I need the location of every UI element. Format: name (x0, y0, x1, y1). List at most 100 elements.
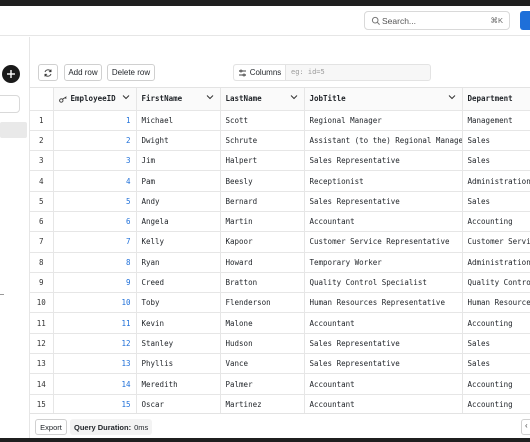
column-header-jobtitle[interactable]: JobTitle (304, 88, 463, 111)
lastname-cell[interactable]: Howard (220, 252, 305, 273)
employeeid-cell[interactable]: 3 (53, 150, 137, 172)
department-cell[interactable]: Management (462, 110, 530, 131)
row-number-cell[interactable]: 6 (30, 211, 54, 233)
firstname-cell[interactable]: Michael (136, 110, 221, 131)
row-number-cell[interactable]: 11 (30, 312, 54, 334)
firstname-cell[interactable]: Phyllis (136, 353, 221, 375)
firstname-cell[interactable]: Toby (136, 292, 221, 314)
previous-page-button[interactable]: ‹ (521, 419, 530, 435)
lastname-cell[interactable]: Martin (220, 211, 305, 233)
employeeid-cell[interactable]: 5 (53, 191, 137, 212)
employeeid-cell[interactable]: 6 (53, 211, 137, 233)
department-cell[interactable]: Sales (462, 191, 530, 212)
row-number-cell[interactable]: 1 (30, 110, 54, 131)
add-row-button[interactable]: Add row (64, 64, 102, 81)
row-number-cell[interactable]: 3 (30, 150, 54, 172)
chevron-down-icon[interactable] (290, 94, 298, 100)
table-row[interactable]: 7 7 Kelly Kapoor Customer Service Representa… (30, 231, 530, 253)
table-row[interactable]: 10 10 Toby Flenderson Human Resources Repres… (30, 292, 530, 314)
row-number-cell[interactable]: 12 (30, 333, 54, 355)
jobtitle-cell[interactable]: Accountant (304, 211, 463, 233)
column-header-firstname[interactable]: FirstName (136, 88, 221, 111)
sidebar-search-input[interactable] (0, 95, 20, 113)
jobtitle-cell[interactable]: Sales Representative (304, 353, 463, 375)
table-row[interactable]: 11 11 Kevin Malone Accountant Accounting (30, 312, 530, 334)
filter-input[interactable]: eg: id=5 (291, 68, 325, 76)
employeeid-cell[interactable]: 14 (53, 373, 137, 395)
table-row[interactable]: 12 12 Stanley Hudson Sales Representative Sal… (30, 333, 530, 355)
lastname-cell[interactable]: Malone (220, 312, 305, 334)
row-number-cell[interactable]: 15 (30, 394, 54, 413)
row-number-cell[interactable]: 9 (30, 272, 54, 294)
refresh-button[interactable] (38, 64, 58, 81)
chevron-down-icon[interactable] (448, 94, 456, 100)
table-row[interactable]: 2 2 Dwight Schrute Assistant (to the) Region… (30, 130, 530, 152)
lastname-cell[interactable]: Flenderson (220, 292, 305, 314)
firstname-cell[interactable]: Pam (136, 170, 221, 192)
table-row[interactable]: 6 6 Angela Martin Accountant Accounting (30, 211, 530, 233)
firstname-cell[interactable]: Meredith (136, 373, 221, 395)
department-cell[interactable]: Sales (462, 333, 530, 355)
row-number-cell[interactable]: 4 (30, 170, 54, 192)
row-number-cell[interactable]: 13 (30, 353, 54, 375)
header-primary-button[interactable] (520, 11, 530, 30)
jobtitle-cell[interactable]: Sales Representative (304, 191, 463, 212)
employeeid-cell[interactable]: 11 (53, 312, 137, 334)
department-cell[interactable]: Accounting (462, 211, 530, 233)
department-cell[interactable]: Quality Control (462, 272, 530, 294)
table-row[interactable]: 4 4 Pam Beesly Receptionist Administration (30, 170, 530, 192)
department-cell[interactable]: Accounting (462, 394, 530, 413)
lastname-cell[interactable]: Bratton (220, 272, 305, 294)
department-cell[interactable]: Accounting (462, 312, 530, 334)
department-cell[interactable]: Customer Service (462, 231, 530, 253)
row-number-cell[interactable]: 8 (30, 252, 54, 273)
jobtitle-cell[interactable]: Accountant (304, 394, 463, 413)
row-number-cell[interactable]: 7 (30, 231, 54, 253)
employeeid-cell[interactable]: 13 (53, 353, 137, 375)
jobtitle-cell[interactable]: Sales Representative (304, 333, 463, 355)
sidebar-item-selected[interactable] (0, 122, 27, 138)
employeeid-cell[interactable]: 1 (53, 110, 137, 131)
employeeid-cell[interactable]: 12 (53, 333, 137, 355)
firstname-cell[interactable]: Andy (136, 191, 221, 212)
new-table-button[interactable] (2, 65, 20, 83)
lastname-cell[interactable]: Kapoor (220, 231, 305, 253)
department-cell[interactable]: Sales (462, 130, 530, 152)
department-cell[interactable]: Accounting (462, 373, 530, 395)
firstname-cell[interactable]: Dwight (136, 130, 221, 152)
firstname-cell[interactable]: Stanley (136, 333, 221, 355)
table-row[interactable]: 13 13 Phyllis Vance Sales Representative Sale… (30, 353, 530, 375)
firstname-cell[interactable]: Kevin (136, 312, 221, 334)
firstname-cell[interactable]: Jim (136, 150, 221, 172)
table-row[interactable]: 3 3 Jim Halpert Sales Representative Sales (30, 150, 530, 172)
row-number-cell[interactable]: 10 (30, 292, 54, 314)
firstname-cell[interactable]: Kelly (136, 231, 221, 253)
employeeid-cell[interactable]: 9 (53, 272, 137, 294)
employeeid-cell[interactable]: 7 (53, 231, 137, 253)
row-number-cell[interactable]: 14 (30, 373, 54, 395)
jobtitle-cell[interactable]: Sales Representative (304, 150, 463, 172)
jobtitle-cell[interactable]: Quality Control Specialist (304, 272, 463, 294)
column-header-lastname[interactable]: LastName (220, 88, 305, 111)
department-cell[interactable]: Human Resources (462, 292, 530, 314)
firstname-cell[interactable]: Ryan (136, 252, 221, 273)
firstname-cell[interactable]: Oscar (136, 394, 221, 413)
firstname-cell[interactable]: Angela (136, 211, 221, 233)
employeeid-cell[interactable]: 15 (53, 394, 137, 413)
table-row[interactable]: 8 8 Ryan Howard Temporary Worker Administrati… (30, 252, 530, 273)
employeeid-cell[interactable]: 2 (53, 130, 137, 152)
jobtitle-cell[interactable]: Regional Manager (304, 110, 463, 131)
table-row[interactable]: 1 1 Michael Scott Regional Manager Management (30, 110, 530, 131)
table-row[interactable]: 9 9 Creed Bratton Quality Control Specialist… (30, 272, 530, 294)
search-input[interactable]: Search... ⌘K (364, 11, 510, 30)
jobtitle-cell[interactable]: Assistant (to the) Regional Manager (304, 130, 463, 152)
employeeid-cell[interactable]: 8 (53, 252, 137, 273)
employeeid-cell[interactable]: 10 (53, 292, 137, 314)
lastname-cell[interactable]: Vance (220, 353, 305, 375)
department-cell[interactable]: Sales (462, 150, 530, 172)
column-header-department[interactable]: Department (462, 88, 530, 111)
lastname-cell[interactable]: Scott (220, 110, 305, 131)
lastname-cell[interactable]: Bernard (220, 191, 305, 212)
columns-button[interactable]: Columns (234, 65, 286, 80)
table-row[interactable]: 15 15 Oscar Martinez Accountant Accounting (30, 394, 530, 413)
